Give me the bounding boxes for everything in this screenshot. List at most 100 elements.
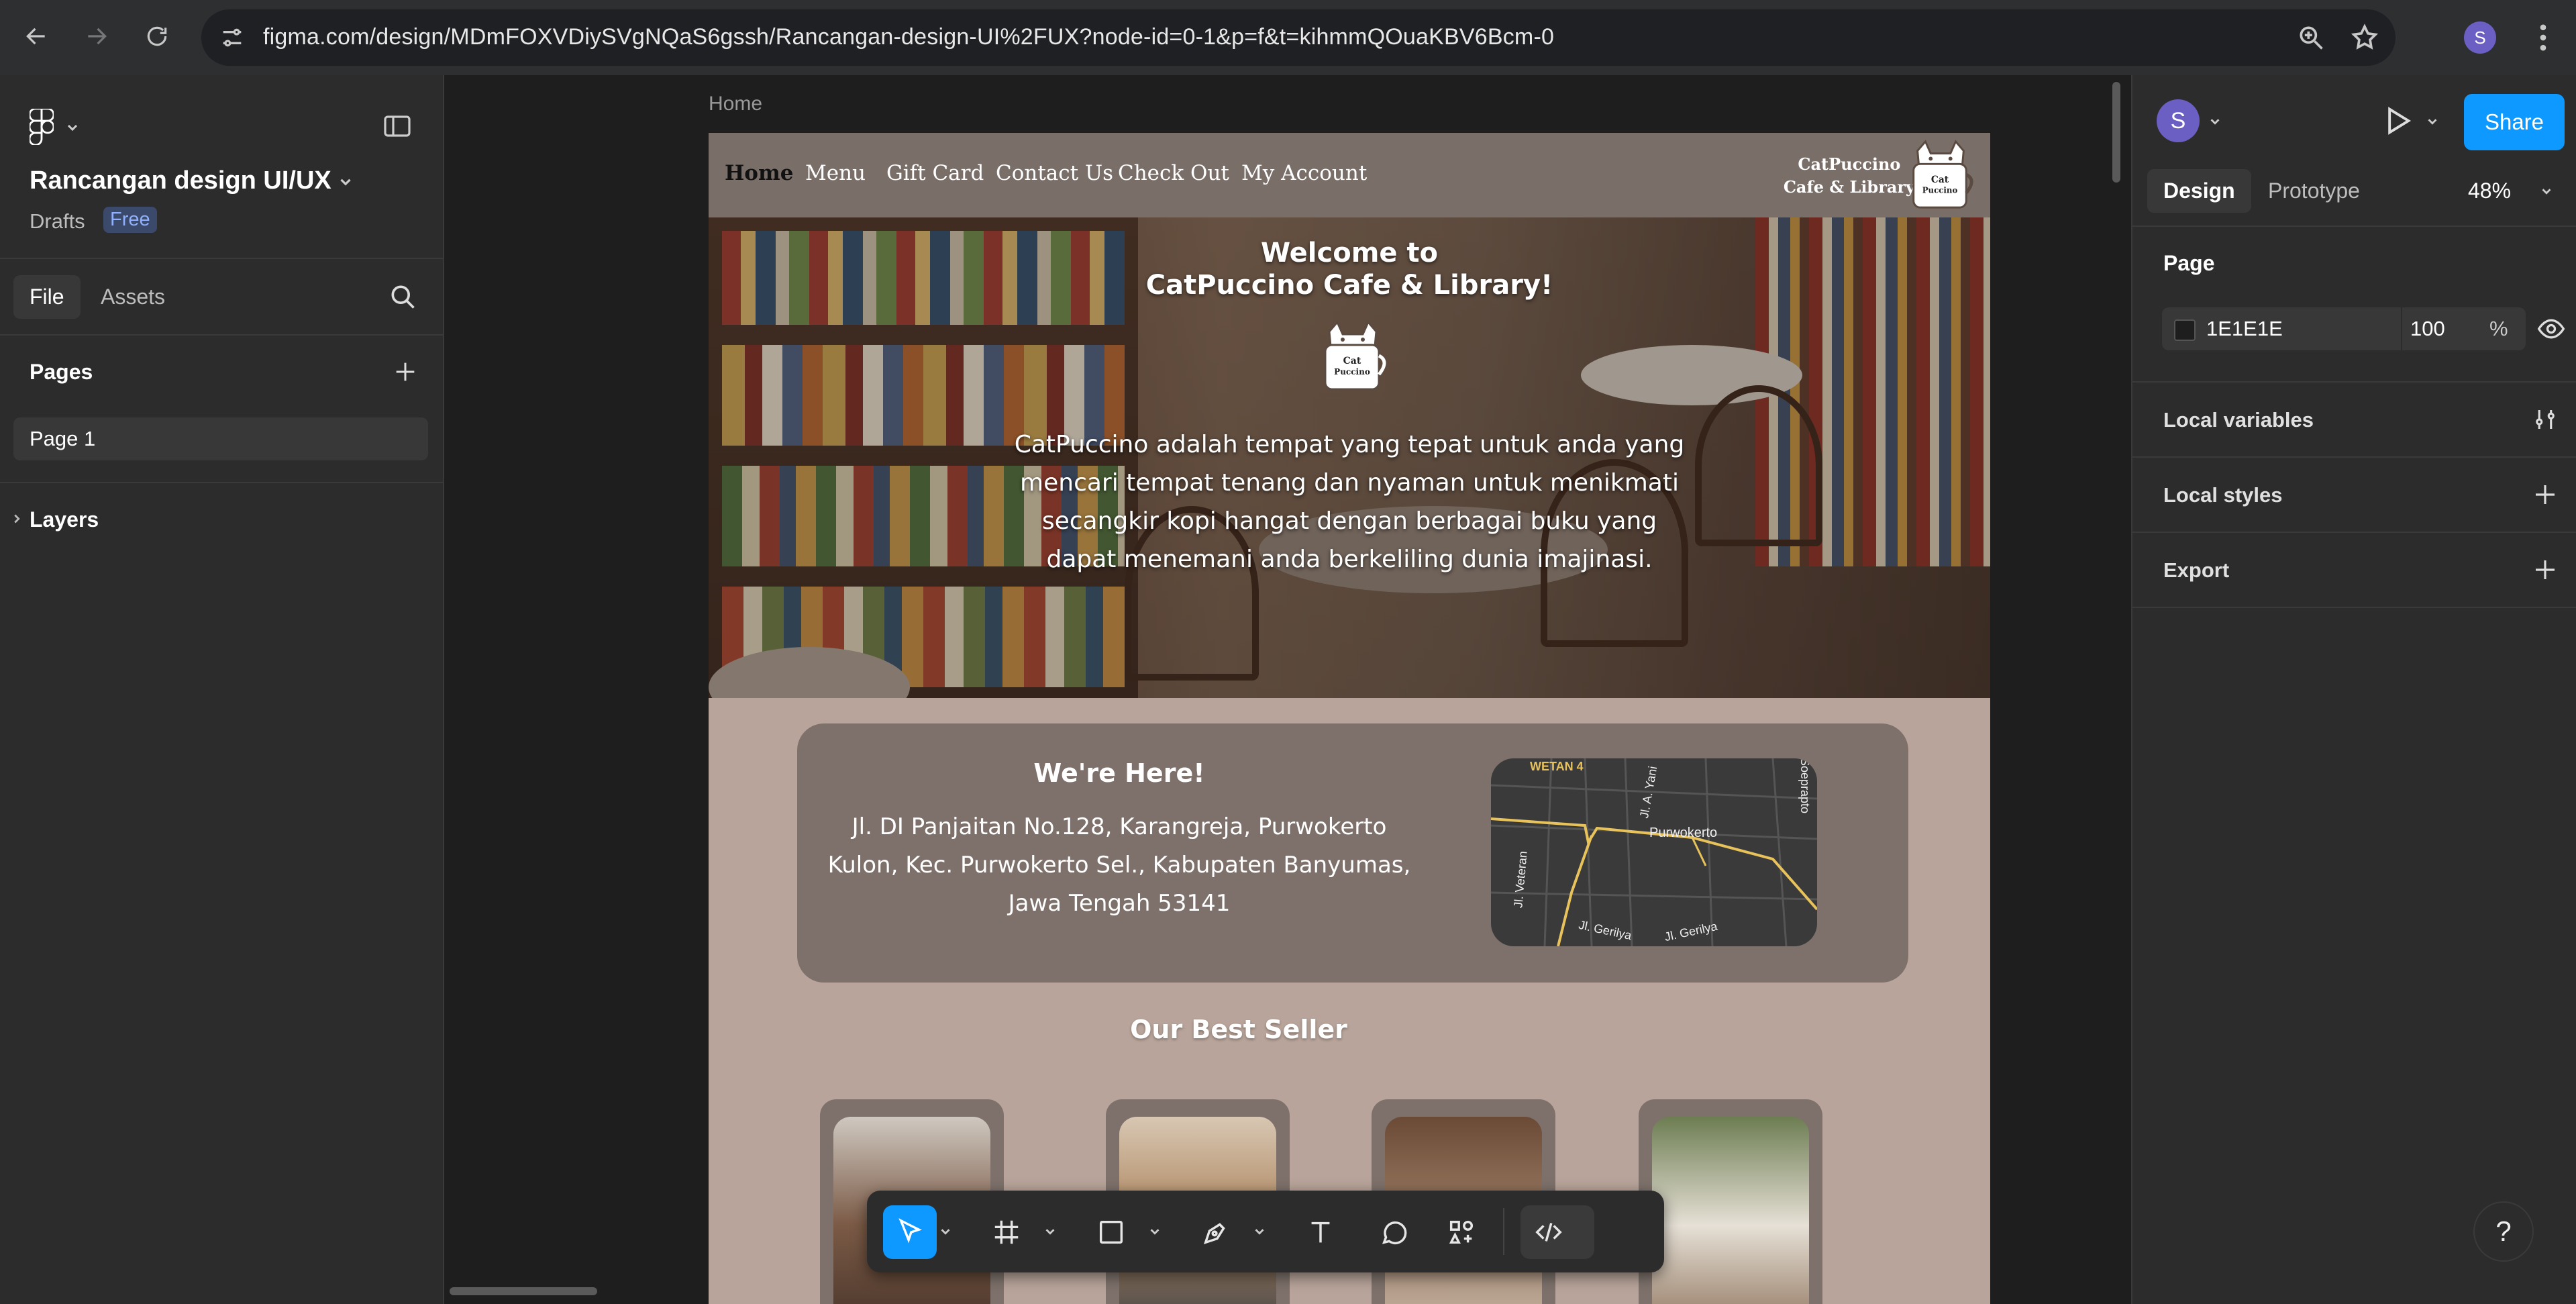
add-style-icon[interactable] xyxy=(2531,481,2559,509)
file-location[interactable]: Drafts xyxy=(30,209,85,234)
share-button[interactable]: Share xyxy=(2464,94,2565,150)
present-play-icon[interactable] xyxy=(2379,103,2414,138)
frame-icon xyxy=(994,1220,1019,1244)
home-frame[interactable]: Home Menu Gift Card Contact Us Check Out… xyxy=(709,133,1990,1304)
page-color-hex[interactable]: 1E1E1E xyxy=(2206,317,2283,341)
hero-title-line-2: CatPuccino Cafe & Library! xyxy=(1145,270,1553,301)
rectangle-icon xyxy=(1099,1220,1123,1244)
divider xyxy=(0,482,443,483)
product-photo xyxy=(1652,1117,1809,1304)
hero-section: Welcome to CatPuccino Cafe & Library! Ca… xyxy=(709,217,1990,698)
eye-icon[interactable] xyxy=(2536,314,2566,344)
page-item[interactable]: Page 1 xyxy=(13,417,428,460)
plan-badge: Free xyxy=(103,207,157,233)
site-settings-icon[interactable] xyxy=(219,24,246,51)
url-text[interactable]: figma.com/design/MDmFOXVDiySVgNQaS6gssh/… xyxy=(263,24,1554,50)
cat-cup-logo-icon: Cat Puccino xyxy=(1912,140,1973,209)
tab-file[interactable]: File xyxy=(13,275,81,319)
chevron-down-icon[interactable] xyxy=(2539,184,2554,199)
color-swatch[interactable] xyxy=(2174,319,2196,341)
hero-description: CatPuccino adalah tempat yang tepat untu… xyxy=(1014,431,1685,573)
actions-tool[interactable] xyxy=(1435,1205,1488,1259)
tab-design[interactable]: Design xyxy=(2147,169,2251,213)
pen-icon xyxy=(1203,1223,1225,1245)
pen-tool[interactable] xyxy=(1189,1205,1243,1259)
code-icon xyxy=(1535,1223,1562,1242)
chevron-down-icon[interactable] xyxy=(1043,1224,1058,1239)
dev-mode-toggle[interactable] xyxy=(1521,1205,1594,1259)
site-nav-menu[interactable]: Menu xyxy=(805,161,866,185)
tab-assets[interactable]: Assets xyxy=(101,285,165,309)
site-nav-gift-card[interactable]: Gift Card xyxy=(886,161,984,185)
logo-text-1: Cat xyxy=(1343,356,1361,366)
text-tool[interactable] xyxy=(1294,1205,1347,1259)
location-title: We're Here! xyxy=(1033,758,1205,788)
back-icon[interactable] xyxy=(17,17,55,55)
divider xyxy=(2132,607,2576,608)
tab-prototype[interactable]: Prototype xyxy=(2268,179,2360,203)
map-label: WETAN 4 xyxy=(1530,760,1584,773)
design-canvas[interactable]: Home Home Menu Gift Card Contact Us Chec… xyxy=(444,75,2131,1304)
add-export-icon[interactable] xyxy=(2531,556,2559,584)
file-name[interactable]: Rancangan design UI/UX xyxy=(30,166,331,195)
site-brand: CatPuccino Cafe & Library xyxy=(1784,153,1915,199)
site-nav-home[interactable]: Home xyxy=(725,161,794,185)
horizontal-scrollbar[interactable] xyxy=(450,1287,597,1295)
vertical-scrollbar[interactable] xyxy=(2112,82,2120,183)
comment-tool[interactable] xyxy=(1368,1205,1421,1259)
page-color-field[interactable]: 1E1E1E 100 % xyxy=(2162,307,2526,350)
forward-icon[interactable] xyxy=(78,17,115,55)
text-icon xyxy=(1311,1221,1330,1243)
search-icon[interactable] xyxy=(388,282,417,311)
local-styles-title[interactable]: Local styles xyxy=(2163,483,2282,507)
divider xyxy=(2132,225,2576,227)
chevron-right-icon[interactable] xyxy=(9,511,24,526)
product-card[interactable] xyxy=(1639,1099,1822,1304)
frame-tool[interactable] xyxy=(980,1205,1033,1259)
zoom-icon[interactable] xyxy=(2296,23,2326,52)
frame-label[interactable]: Home xyxy=(709,93,762,115)
site-navbar: Home Menu Gift Card Contact Us Check Out… xyxy=(709,133,1990,217)
user-avatar[interactable]: S xyxy=(2157,99,2200,142)
site-nav-my-account[interactable]: My Account xyxy=(1241,161,1367,185)
address-bar[interactable]: figma.com/design/MDmFOXVDiySVgNQaS6gssh/… xyxy=(201,9,2395,66)
logo-text-1: Cat xyxy=(1931,174,1949,185)
zoom-level[interactable]: 48% xyxy=(2468,179,2511,203)
bookmark-star-icon[interactable] xyxy=(2350,23,2379,52)
chevron-down-icon[interactable] xyxy=(1252,1224,1267,1239)
variables-icon[interactable] xyxy=(2531,405,2559,434)
logo-text-2: Puccino xyxy=(1922,186,1958,195)
export-title[interactable]: Export xyxy=(2163,558,2229,583)
location-card: We're Here! Jl. DI Panjaitan No.128, Kar… xyxy=(797,723,1908,983)
figma-logo-icon[interactable] xyxy=(30,109,54,145)
pages-title: Pages xyxy=(30,360,93,384)
help-button[interactable]: ? xyxy=(2473,1201,2534,1262)
chevron-down-icon[interactable] xyxy=(2425,114,2440,129)
sidebar-toggle-icon[interactable] xyxy=(381,110,413,142)
browser-profile-avatar[interactable]: S xyxy=(2464,21,2496,54)
site-nav-check-out[interactable]: Check Out xyxy=(1118,161,1229,185)
page-opacity[interactable]: 100 xyxy=(2410,317,2445,341)
comment-icon xyxy=(1382,1221,1407,1245)
site-nav-contact-us[interactable]: Contact Us xyxy=(996,161,1113,185)
chevron-down-icon[interactable] xyxy=(938,1224,953,1239)
add-page-icon[interactable] xyxy=(392,358,419,385)
local-variables-title[interactable]: Local variables xyxy=(2163,408,2314,432)
browser-menu-icon[interactable] xyxy=(2526,20,2561,55)
chevron-down-icon[interactable] xyxy=(1147,1224,1162,1239)
reload-icon[interactable] xyxy=(138,17,176,55)
hero-title-line-1: Welcome to xyxy=(1260,238,1439,268)
cursor-icon xyxy=(898,1218,922,1244)
rectangle-tool[interactable] xyxy=(1084,1205,1138,1259)
actions-icon xyxy=(1449,1220,1474,1244)
layers-title[interactable]: Layers xyxy=(30,507,99,532)
map-image: WETAN 4 Purwokerto Jl. A. Yani Jl. Veter… xyxy=(1491,758,1817,946)
right-panel: S Share Design Prototype 48% Page 1E1E1E… xyxy=(2131,75,2576,1304)
chevron-down-icon[interactable] xyxy=(64,119,81,136)
toolbar-separator xyxy=(1503,1208,1504,1255)
chevron-down-icon[interactable] xyxy=(2208,114,2222,129)
page-item-label: Page 1 xyxy=(30,427,96,450)
move-tool[interactable] xyxy=(883,1205,937,1259)
file-menu-chevron-icon[interactable] xyxy=(337,173,354,191)
divider xyxy=(0,258,443,259)
